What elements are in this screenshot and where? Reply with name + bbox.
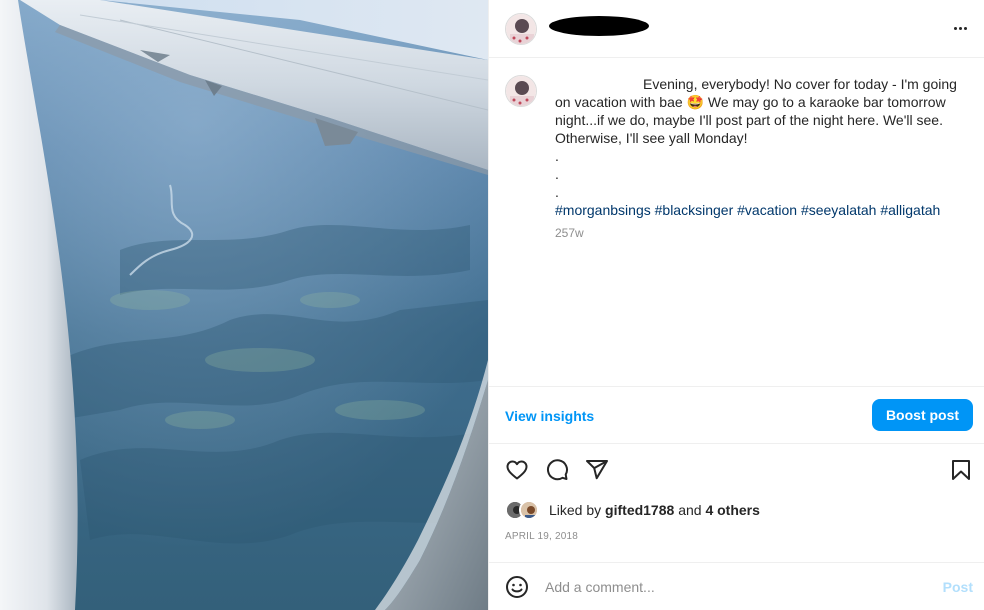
post-actions [489,452,984,488]
post-age[interactable]: 257w [555,226,584,240]
hashtag-list: #morganbsings #blacksinger #vacation #se… [555,201,959,219]
view-insights-link[interactable]: View insights [505,408,594,424]
caption-text: Evening, everybody! No cover for today -… [555,75,959,219]
post-header [489,0,984,58]
post-date[interactable]: APRIL 19, 2018 [505,531,578,542]
hashtag-link[interactable]: #alligatah [880,202,940,218]
share-icon[interactable] [585,458,609,482]
more-options-icon[interactable] [949,18,971,38]
hashtag-link[interactable]: #seeyalatah [801,202,877,218]
bookmark-icon[interactable] [949,458,973,482]
author-avatar[interactable] [505,13,537,45]
comment-input[interactable] [545,577,925,597]
post-photo[interactable] [0,0,488,610]
airplane-window-photo [0,0,488,610]
liker-avatars[interactable] [505,499,541,521]
redacted-username [549,16,649,36]
instagram-post: Evening, everybody! No cover for today -… [0,0,984,610]
comment-composer: Post [489,562,984,610]
post-comment-button[interactable]: Post [943,579,973,595]
caption-section: Evening, everybody! No cover for today -… [489,59,984,386]
hashtag-link[interactable]: #morganbsings [555,202,651,218]
liked-by-prefix: Liked by [549,502,602,518]
avatar-icon [506,14,536,44]
post-details-panel: Evening, everybody! No cover for today -… [488,0,984,610]
boost-post-button[interactable]: Boost post [872,399,973,431]
caption-author-avatar[interactable] [505,75,537,107]
caption-dot: . [555,148,559,164]
liked-by-joiner: and [678,502,702,518]
hashtag-link[interactable]: #blacksinger [655,202,734,218]
likes-summary: Liked by gifted1788 and 4 others [505,498,760,522]
liker-username[interactable]: gifted1788 [605,502,674,518]
caption-body: Evening, everybody! No cover for today -… [555,76,957,146]
caption-dot: . [555,166,559,182]
caption-dot: . [555,184,559,200]
others-link[interactable]: 4 others [705,502,759,518]
heart-icon[interactable] [505,458,529,482]
hashtag-link[interactable]: #vacation [737,202,797,218]
comment-icon[interactable] [545,458,569,482]
emoji-icon[interactable] [505,575,529,599]
insights-bar: View insights Boost post [489,386,984,444]
liker-avatar [519,500,539,520]
avatar-icon [506,76,536,106]
